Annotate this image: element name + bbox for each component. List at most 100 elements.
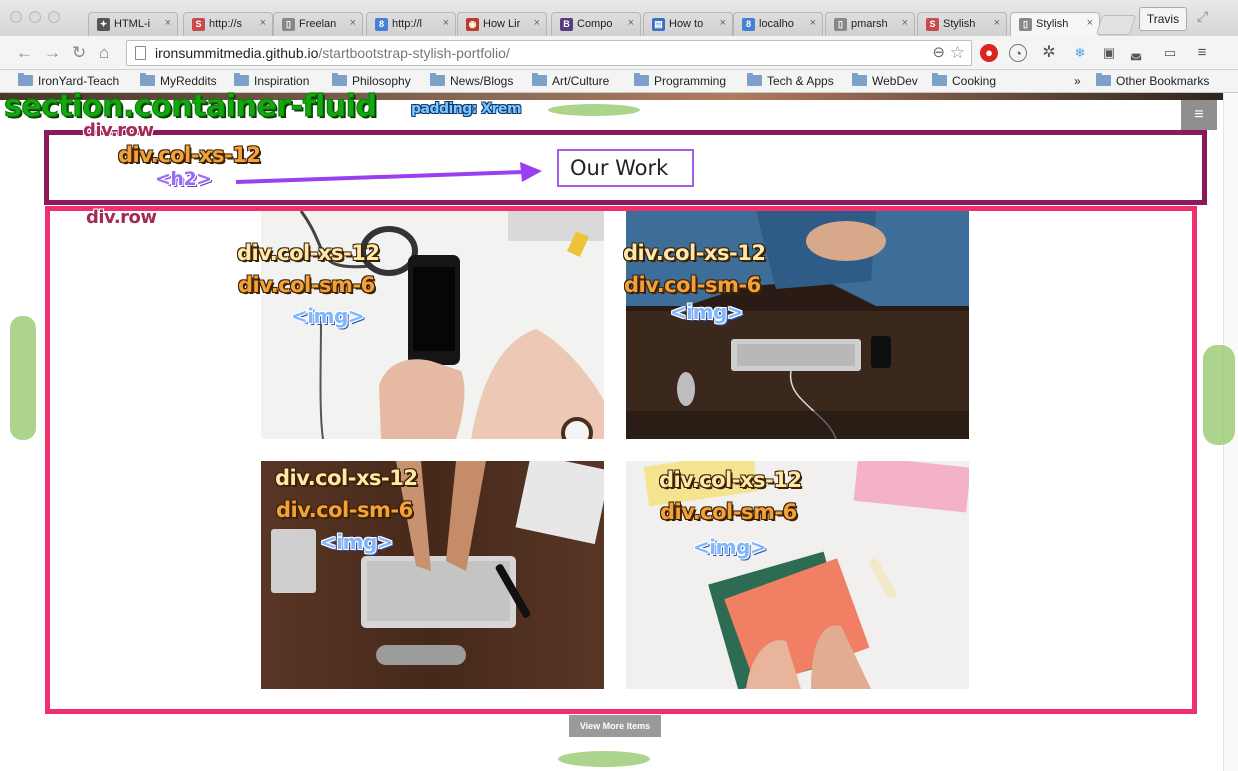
highlighter-mark bbox=[10, 316, 36, 440]
close-tab-icon[interactable]: × bbox=[534, 17, 540, 29]
bookmark-label: Philosophy bbox=[352, 74, 411, 88]
folder-icon bbox=[852, 73, 867, 86]
browser-titlebar: ✦ HTML-i × Shttp://s × ▯ Freelan × 8 http://l × ◉ Ho… bbox=[0, 0, 1238, 37]
speedometer-icon[interactable]: ◔ bbox=[1009, 44, 1027, 62]
tab-title: Stylish bbox=[943, 18, 976, 30]
row-annotation: div.row bbox=[86, 207, 157, 228]
portfolio-image-typing[interactable] bbox=[261, 461, 604, 689]
address-bar[interactable]: ironsummitmedia.github.io/startbootstrap… bbox=[126, 40, 972, 66]
bookmark-star-icon[interactable]: ☆ bbox=[950, 41, 965, 65]
bookmark-label: IronYard-Teach bbox=[38, 74, 120, 88]
tab-title: http://s bbox=[209, 18, 243, 30]
close-tab-icon[interactable]: × bbox=[994, 17, 1000, 29]
bookmark-label: Inspiration bbox=[254, 74, 310, 88]
highlighter-mark bbox=[548, 104, 640, 116]
zoom-icon[interactable]: ⊖ bbox=[932, 41, 945, 65]
col-annotation: div.col-sm-6 bbox=[238, 273, 375, 297]
browser-tab[interactable]: ◉ How Lir × bbox=[457, 12, 547, 36]
highlighter-mark bbox=[1203, 345, 1235, 445]
cast-icon[interactable]: ▭ bbox=[1161, 44, 1179, 62]
bookmark-folder[interactable]: MyReddits bbox=[140, 73, 217, 88]
folder-icon bbox=[18, 73, 33, 86]
back-button[interactable]: ← bbox=[16, 43, 33, 63]
bookmark-folder[interactable]: Cooking bbox=[932, 73, 997, 88]
forward-button[interactable]: → bbox=[44, 43, 61, 63]
img-annotation: <img> bbox=[291, 304, 365, 328]
fullscreen-icon[interactable]: ⤢ bbox=[1197, 8, 1208, 25]
tab-favicon-icon: 8 bbox=[375, 18, 388, 31]
browser-tab[interactable]: ▯ Stylish × bbox=[1010, 12, 1100, 37]
browser-tab[interactable]: ▤ How to × bbox=[643, 12, 733, 36]
browser-tab[interactable]: Shttp://s × bbox=[183, 12, 273, 36]
col-annotation: div.col-xs-12 bbox=[118, 143, 261, 167]
maximize-window-button[interactable] bbox=[48, 11, 60, 23]
bookmarks-overflow-button[interactable]: » bbox=[1074, 74, 1081, 88]
close-tab-icon[interactable]: × bbox=[1087, 17, 1093, 29]
reload-button[interactable]: ↻ bbox=[72, 43, 86, 63]
close-tab-icon[interactable]: × bbox=[350, 17, 356, 29]
page-icon bbox=[135, 46, 146, 60]
tab-favicon-icon: ▯ bbox=[282, 18, 295, 31]
bookmark-folder[interactable]: News/Blogs bbox=[430, 73, 513, 88]
screen-capture-icon[interactable]: ▣ bbox=[1100, 44, 1118, 62]
view-more-button[interactable]: View More Items bbox=[569, 715, 661, 737]
col-annotation: div.col-sm-6 bbox=[624, 273, 761, 297]
home-button[interactable]: ⌂ bbox=[99, 43, 109, 63]
col-annotation: div.col-xs-12 bbox=[659, 468, 802, 492]
folder-icon bbox=[747, 73, 762, 86]
folder-icon bbox=[332, 73, 347, 86]
bookmark-folder[interactable]: IronYard-Teach bbox=[18, 73, 120, 88]
bookmark-folder[interactable]: Inspiration bbox=[234, 73, 310, 88]
snowflake-icon[interactable]: ❄ bbox=[1071, 44, 1089, 62]
section-heading: Our Work bbox=[557, 149, 694, 187]
tab-favicon-icon: S bbox=[926, 18, 939, 31]
bookmark-folder[interactable]: Philosophy bbox=[332, 73, 411, 88]
portfolio-image-cutting-mat[interactable] bbox=[626, 461, 969, 689]
img-annotation: <img> bbox=[693, 535, 767, 559]
bookmark-folder[interactable]: Art/Culture bbox=[532, 73, 610, 88]
browser-tab[interactable]: ▯ Freelan × bbox=[273, 12, 363, 36]
menu-icon[interactable]: ≡ bbox=[1193, 44, 1211, 62]
close-tab-icon[interactable]: × bbox=[810, 17, 816, 29]
other-bookmarks-label: Other Bookmarks bbox=[1116, 74, 1210, 88]
close-tab-icon[interactable]: × bbox=[260, 17, 266, 29]
close-tab-icon[interactable]: × bbox=[165, 17, 171, 29]
adblock-icon[interactable]: ● bbox=[980, 44, 998, 62]
menu-toggle-button[interactable]: ≡ bbox=[1181, 100, 1217, 130]
tab-title: http://l bbox=[392, 18, 422, 30]
browser-tab[interactable]: ▯ pmarsh × bbox=[825, 12, 915, 36]
bookmark-label: Art/Culture bbox=[552, 74, 610, 88]
close-tab-icon[interactable]: × bbox=[628, 17, 634, 29]
folder-icon bbox=[234, 73, 249, 86]
close-tab-icon[interactable]: × bbox=[720, 17, 726, 29]
close-window-button[interactable] bbox=[10, 11, 22, 23]
tab-favicon-icon: ✦ bbox=[97, 18, 110, 31]
gear-icon[interactable]: ✲ bbox=[1040, 44, 1058, 62]
close-tab-icon[interactable]: × bbox=[902, 17, 908, 29]
tab-title: Stylish bbox=[1036, 18, 1069, 30]
col-annotation: div.col-sm-6 bbox=[660, 500, 797, 524]
bookmark-label: Tech & Apps bbox=[767, 74, 834, 88]
tab-favicon-icon: ▯ bbox=[834, 18, 847, 31]
browser-tab[interactable]: B Compo × bbox=[551, 12, 641, 36]
profile-button[interactable]: Travis bbox=[1139, 7, 1187, 31]
browser-tab[interactable]: ✦ HTML-i × bbox=[88, 12, 178, 36]
browser-tab[interactable]: S Stylish × bbox=[917, 12, 1007, 36]
bookmark-label: Programming bbox=[654, 74, 727, 88]
pocket-icon[interactable]: ◛ bbox=[1127, 44, 1145, 62]
bookmark-folder[interactable]: Programming bbox=[634, 73, 727, 88]
folder-icon bbox=[634, 73, 649, 86]
tab-title: Compo bbox=[577, 18, 613, 30]
tab-favicon-icon: 8 bbox=[742, 18, 755, 31]
folder-icon bbox=[140, 73, 155, 86]
browser-tab[interactable]: 8 localho × bbox=[733, 12, 823, 36]
bookmark-label: Cooking bbox=[952, 74, 997, 88]
minimize-window-button[interactable] bbox=[29, 11, 41, 23]
new-tab-button[interactable] bbox=[1095, 15, 1137, 35]
bookmark-folder[interactable]: WebDev bbox=[852, 73, 918, 88]
other-bookmarks-folder[interactable]: Other Bookmarks bbox=[1096, 73, 1210, 88]
close-tab-icon[interactable]: × bbox=[443, 17, 449, 29]
folder-icon bbox=[532, 73, 547, 86]
bookmark-folder[interactable]: Tech & Apps bbox=[747, 73, 834, 88]
browser-tab[interactable]: 8 http://l × bbox=[366, 12, 456, 36]
